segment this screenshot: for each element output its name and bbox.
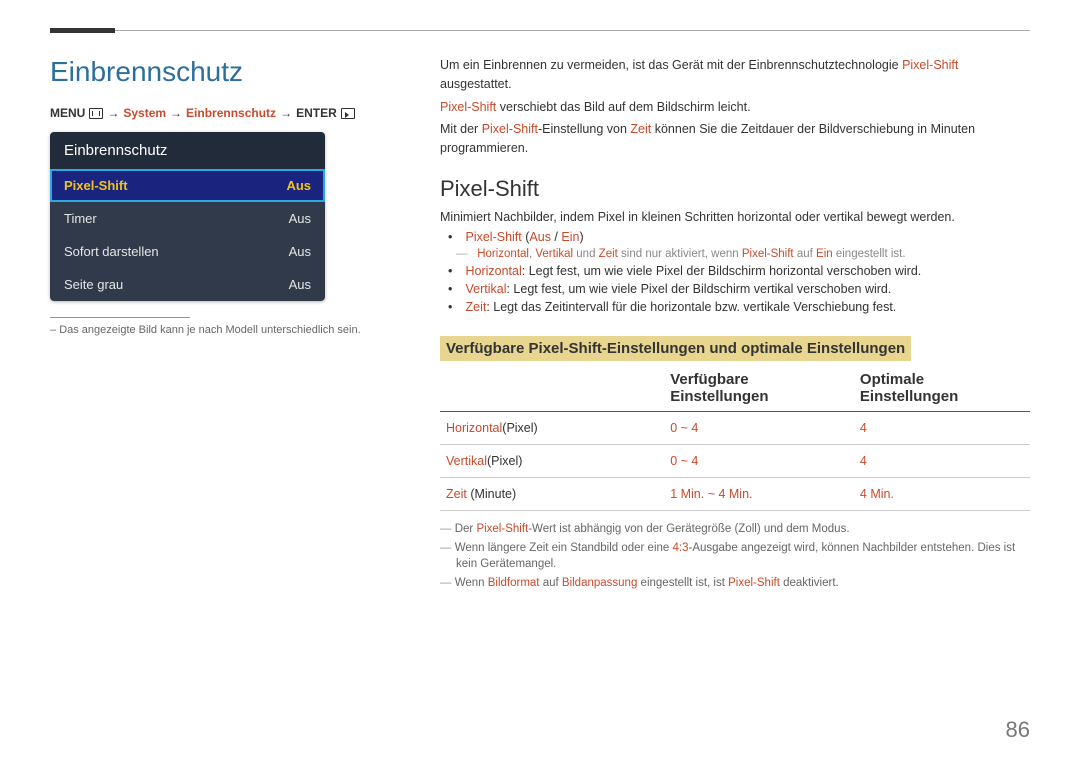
footnotes: Der Pixel-Shift-Wert ist abhängig von de…	[440, 521, 1030, 591]
th-optimal: Optimale Einstellungen	[854, 363, 1030, 412]
osd-row-value: Aus	[286, 178, 311, 193]
th-available: Verfügbare Einstellungen	[664, 363, 854, 412]
bullet-list: Horizontal: Legt fest, um wie viele Pixe…	[440, 264, 1030, 314]
footnote-1: Der Pixel-Shift-Wert ist abhängig von de…	[440, 521, 1030, 537]
osd-row-timer: Timer Aus	[50, 202, 325, 235]
bullet-list: Pixel-Shift (Aus / Ein)	[440, 230, 1030, 244]
table-row: Vertikal(Pixel) 0 ~ 4 4	[440, 444, 1030, 477]
th-blank	[440, 363, 664, 412]
section-heading: Pixel-Shift	[440, 176, 1030, 202]
breadcrumb-enter: ENTER	[296, 106, 337, 120]
right-column: Um ein Einbrennen zu vermeiden, ist das …	[440, 56, 1030, 594]
table-row: Horizontal(Pixel) 0 ~ 4 4	[440, 411, 1030, 444]
section-desc: Minimiert Nachbilder, indem Pixel in kle…	[440, 210, 1030, 224]
sub-note-activation: Horizontal, Vertikal und Zeit sind nur a…	[440, 248, 1030, 260]
osd-row-value: Aus	[289, 244, 311, 259]
arrow-icon: →	[280, 106, 292, 120]
osd-panel: Einbrennschutz Pixel-Shift Aus Timer Aus…	[50, 132, 325, 301]
osd-row-pixel-shift: Pixel-Shift Aus	[50, 169, 325, 202]
menu-icon	[89, 108, 103, 119]
intro-block: Um ein Einbrennen zu vermeiden, ist das …	[440, 56, 1030, 158]
osd-title: Einbrennschutz	[50, 132, 325, 169]
footnote-3: Wenn Bildformat auf Bildanpassung einges…	[440, 575, 1030, 591]
bullet-horizontal: Horizontal: Legt fest, um wie viele Pixe…	[462, 264, 1030, 278]
bullet-vertikal: Vertikal: Legt fest, um wie viele Pixel …	[462, 282, 1030, 296]
settings-table: Verfügbare Einstellungen Optimale Einste…	[440, 363, 1030, 511]
osd-row-label: Sofort darstellen	[64, 244, 159, 259]
breadcrumb: MENU → System → Einbrennschutz → ENTER	[50, 106, 400, 120]
page-number: 86	[1006, 717, 1030, 743]
model-note: Das angezeigte Bild kann je nach Modell …	[50, 324, 400, 336]
breadcrumb-system: System	[123, 106, 166, 120]
bullet-pixel-shift: Pixel-Shift (Aus / Ein)	[462, 230, 1030, 244]
footnote-rule	[50, 317, 190, 318]
arrow-icon: →	[170, 106, 182, 120]
osd-row-label: Seite grau	[64, 277, 123, 292]
intro-line-3: Mit der Pixel-Shift-Einstellung von Zeit…	[440, 120, 1030, 158]
settings-banner: Verfügbare Pixel-Shift-Einstellungen und…	[440, 336, 911, 361]
left-column: Einbrennschutz MENU → System → Einbrenns…	[50, 56, 400, 594]
table-row: Zeit (Minute) 1 Min. ~ 4 Min. 4 Min.	[440, 477, 1030, 510]
intro-line-2: Pixel-Shift verschiebt das Bild auf dem …	[440, 98, 1030, 117]
osd-row-sofort: Sofort darstellen Aus	[50, 235, 325, 268]
osd-row-label: Timer	[64, 211, 97, 226]
intro-line-1: Um ein Einbrennen zu vermeiden, ist das …	[440, 56, 1030, 94]
osd-row-label: Pixel-Shift	[64, 178, 128, 193]
page-title: Einbrennschutz	[50, 56, 400, 88]
bullet-zeit: Zeit: Legt das Zeitintervall für die hor…	[462, 300, 1030, 314]
breadcrumb-section: Einbrennschutz	[186, 106, 276, 120]
top-rule	[50, 30, 1030, 31]
osd-row-value: Aus	[289, 211, 311, 226]
footnote-2: Wenn längere Zeit ein Standbild oder ein…	[440, 540, 1030, 572]
arrow-icon: →	[107, 106, 119, 120]
osd-row-seite-grau: Seite grau Aus	[50, 268, 325, 301]
osd-row-value: Aus	[289, 277, 311, 292]
breadcrumb-menu: MENU	[50, 106, 85, 120]
enter-icon	[341, 108, 355, 119]
